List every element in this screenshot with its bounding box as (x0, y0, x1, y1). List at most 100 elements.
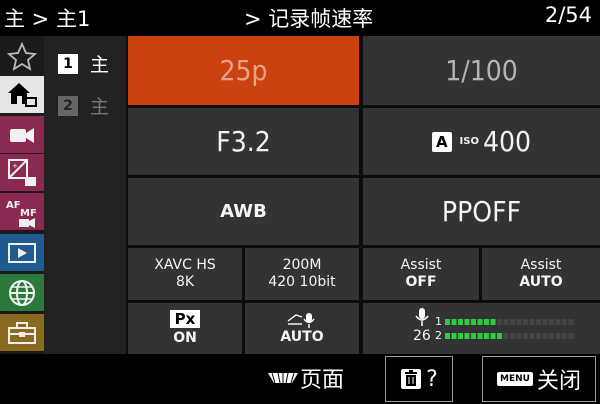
category-exposure[interactable]: + (0, 154, 44, 191)
camera-shoot-icon (10, 127, 34, 143)
meter-segment (516, 318, 522, 325)
aperture-cell[interactable]: F3.2 (128, 108, 359, 175)
meter-segment (555, 332, 561, 339)
page-title: > 记录帧速率 (244, 7, 374, 31)
category-playback[interactable] (0, 234, 44, 271)
bitrate-line2: 420 10bit (268, 274, 336, 290)
meter-segment (510, 332, 515, 339)
shutter-speed-value: 1/100 (445, 54, 518, 87)
assist-label: Assist (400, 257, 442, 273)
iso-value: 400 (482, 125, 532, 158)
page-item-2[interactable]: 2 主 (58, 92, 109, 119)
svg-text:MF: MF (20, 208, 37, 219)
microphone-icon (415, 308, 429, 326)
home-icon (8, 82, 37, 107)
channel-1-meter (445, 318, 574, 325)
channel-1-label: 1 (435, 315, 442, 328)
meter-segment (562, 332, 567, 339)
meter-segment (471, 332, 476, 339)
mic-level-value: 26 (413, 328, 431, 344)
audio-meter-cell[interactable]: 26 1 2 (363, 303, 600, 354)
meter-segment (445, 332, 450, 339)
gamma-assist-cell[interactable]: Assist OFF (363, 248, 479, 300)
meter-segment (484, 318, 489, 325)
meter-segment (549, 332, 554, 339)
category-shooting[interactable] (0, 116, 44, 153)
trash-icon (401, 369, 422, 389)
display-assist-cell[interactable]: Assist AUTO (482, 248, 600, 300)
meter-segment (529, 332, 535, 339)
meter-segment (549, 318, 554, 325)
meter-segment (536, 332, 541, 339)
category-main[interactable] (0, 76, 44, 113)
svg-text:+: + (12, 162, 18, 170)
meter-segment (536, 318, 541, 325)
menu-button-icon: MENU (497, 372, 533, 386)
movie-settings-cell[interactable]: 200M 420 10bit (245, 248, 359, 300)
meter-segment (490, 332, 496, 339)
aperture-value: F3.2 (216, 125, 271, 158)
iso-cell[interactable]: A ISO 400 (363, 108, 600, 175)
page-item-1[interactable]: 1 主 (58, 50, 109, 77)
star-icon (7, 41, 37, 71)
meter-segment (477, 332, 483, 339)
proxy-recording-cell[interactable]: Px ON (128, 303, 242, 354)
audio-mode-value: AUTO (280, 329, 324, 345)
meter-segment (568, 318, 574, 325)
meter-segment (568, 332, 574, 339)
close-label: 关闭 (536, 369, 581, 394)
frame-rate-value: 25p (219, 54, 268, 87)
meter-segment (510, 318, 515, 325)
audio-channels: 1 2 (435, 315, 595, 343)
audio-level-cell[interactable]: AUTO (245, 303, 359, 354)
assist-label: Assist (520, 257, 562, 273)
meter-segment (523, 318, 528, 325)
meter-segment (451, 318, 457, 325)
category-strip: + AF MF (0, 36, 44, 354)
iso-label: ISO (459, 136, 479, 147)
meter-segment (445, 318, 450, 325)
file-format-line2: 8K (175, 274, 195, 290)
picture-profile-value: PPOFF (441, 195, 522, 228)
svg-text:AF: AF (6, 200, 21, 211)
mic-gain-icon (287, 313, 315, 328)
assist-value: AUTO (519, 274, 563, 290)
file-format-line1: XAVC HS (154, 257, 216, 273)
meter-segment (503, 318, 509, 325)
meter-segment (562, 318, 567, 325)
white-balance-cell[interactable]: AWB (128, 178, 359, 245)
page-nav-label: 页面 (300, 368, 345, 393)
assist-value: OFF (405, 274, 437, 290)
af-mf-icon: AF MF (6, 200, 37, 228)
file-format-cell[interactable]: XAVC HS 8K (128, 248, 242, 300)
meter-segment (497, 318, 502, 325)
frame-rate-cell[interactable]: 25p (128, 36, 359, 105)
meter-segment (497, 332, 502, 339)
page-item-label: 主 (90, 54, 110, 76)
breadcrumb: 主 > 主1 (4, 7, 91, 31)
page-item-label: 主 (90, 96, 110, 118)
meter-segment (458, 332, 463, 339)
picture-profile-cell[interactable]: PPOFF (363, 178, 600, 245)
category-mymenu[interactable] (0, 38, 44, 75)
meter-segment (458, 318, 463, 325)
delete-help-button[interactable]: ? (385, 356, 453, 402)
category-focus[interactable]: AF MF (0, 193, 44, 230)
page-nav-hint[interactable]: 页面 (266, 362, 344, 394)
control-wheel-icon (268, 372, 298, 384)
page-number: 1 (58, 53, 78, 74)
meter-segment (464, 332, 470, 339)
playback-icon (8, 242, 36, 263)
category-setup[interactable] (0, 314, 44, 351)
meter-segment (503, 332, 509, 339)
help-label: ? (426, 366, 438, 392)
shutter-speed-cell[interactable]: 1/100 (363, 36, 600, 105)
iso-mode-badge: A (431, 131, 452, 152)
close-menu-button[interactable]: MENU 关闭 (482, 356, 596, 402)
meter-segment (523, 332, 528, 339)
meter-segment (471, 318, 476, 325)
category-network[interactable] (0, 274, 44, 311)
meter-segment (464, 318, 470, 325)
meter-segment (477, 318, 483, 325)
footer-bar: 页面 ? MENU 关闭 (0, 356, 600, 404)
